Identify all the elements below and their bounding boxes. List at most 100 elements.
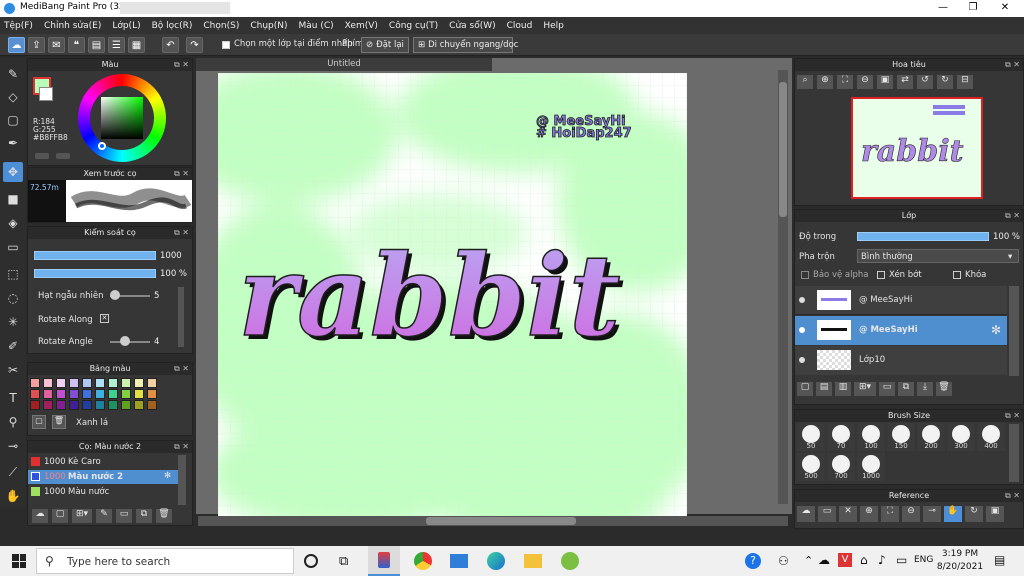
zoom-out-icon[interactable]: ⊖ — [857, 75, 873, 89]
people-icon[interactable]: ⚇ — [778, 554, 789, 568]
panel-expand-icon[interactable]: ⧉ ✕ — [174, 59, 189, 71]
merge-layer-icon[interactable]: ⤓ — [917, 382, 933, 396]
operation-tool-icon[interactable]: ⚲ — [3, 412, 23, 432]
undo-icon[interactable]: ↶ — [162, 37, 179, 53]
palette-swatch[interactable] — [134, 389, 144, 399]
palette-swatch[interactable] — [69, 378, 79, 388]
palette-swatch[interactable] — [30, 378, 40, 388]
palette-swatch[interactable] — [43, 400, 53, 410]
trash-icon[interactable]: 🗑 — [156, 509, 172, 523]
folder-icon[interactable]: ▭ — [116, 509, 132, 523]
palette-swatch[interactable] — [95, 400, 105, 410]
brush-item[interactable]: 1000 Kè Caro — [28, 455, 178, 469]
vivaldi-tray-icon[interactable]: V — [838, 553, 852, 567]
vertical-scrollbar[interactable] — [778, 70, 788, 504]
network-icon[interactable]: ⌂ — [860, 553, 868, 567]
volume-icon[interactable]: ♪ — [878, 553, 886, 567]
layer-opacity-slider[interactable] — [857, 232, 989, 241]
gradient-tool-icon[interactable]: ▭ — [3, 237, 23, 257]
minimize-button[interactable]: — — [928, 1, 958, 15]
zoom-in-icon[interactable]: ⊕ — [817, 75, 833, 89]
cloud-brush-icon[interactable]: ☁ — [32, 509, 48, 523]
dropper-icon[interactable]: ⊸ — [923, 506, 941, 522]
new-1bit-layer-icon[interactable]: ▥ — [835, 382, 851, 396]
brush-list-scrollbar[interactable] — [178, 455, 186, 505]
panel-expand-icon[interactable]: ⧉ ✕ — [1005, 410, 1020, 422]
brush-item[interactable]: 1000 Màu nước — [28, 485, 178, 499]
palette-swatch[interactable] — [147, 378, 157, 388]
brush-size-cell[interactable]: 150 — [887, 423, 915, 451]
lock-icon[interactable]: ⊟ — [957, 75, 973, 89]
add-layer-dropdown-icon[interactable]: ⊞▾ — [854, 382, 876, 396]
panel-expand-icon[interactable]: ⧉ ✕ — [1005, 59, 1020, 71]
fill-rect-tool-icon[interactable]: ■ — [3, 189, 23, 209]
menu-layer[interactable]: Lớp(L) — [112, 21, 140, 31]
rotate-right-icon[interactable]: ↻ — [937, 75, 953, 89]
navigator-preview[interactable]: rabbit — [851, 97, 983, 199]
palette-swatch[interactable] — [69, 389, 79, 399]
windows-start-icon[interactable] — [12, 554, 26, 568]
select-pen-tool-icon[interactable]: ✐ — [3, 336, 23, 356]
brush-size-scrollbar[interactable] — [1009, 424, 1019, 482]
menu-tools[interactable]: Công cụ(T) — [389, 21, 438, 31]
layer-row[interactable]: @ MeeSayHi — [795, 286, 1007, 315]
menu-color[interactable]: Màu (C) — [299, 21, 334, 31]
gear-icon[interactable]: ✻ — [991, 323, 1001, 337]
cloud-tray-icon[interactable]: ☁ — [818, 553, 830, 567]
menu-capture[interactable]: Chụp(N) — [250, 21, 287, 31]
folder-icon[interactable]: ▭ — [879, 382, 895, 396]
hue-wheel[interactable] — [78, 74, 166, 162]
menu-edit[interactable]: Chỉnh sửa(E) — [44, 21, 101, 31]
lock-checkbox[interactable] — [953, 271, 961, 279]
layer-row-selected[interactable]: @ MeeSayHi ✻ — [795, 316, 1007, 345]
select-layer-checkbox[interactable] — [222, 41, 230, 49]
brush-size-cell[interactable]: 400 — [977, 423, 1005, 451]
palette-swatch[interactable] — [121, 389, 131, 399]
palette-swatch[interactable] — [147, 389, 157, 399]
palette-swatch[interactable] — [56, 400, 66, 410]
panel-expand-icon[interactable]: ⧉ ✕ — [174, 441, 189, 453]
saturation-square[interactable] — [101, 97, 143, 139]
background-swatch[interactable] — [39, 87, 53, 101]
grid-icon[interactable]: ▦ — [128, 37, 145, 53]
brush-size-cell[interactable]: 50 — [797, 423, 825, 451]
rotate-angle-track[interactable] — [110, 341, 150, 343]
clock-date[interactable]: 8/20/2021 — [936, 562, 984, 572]
panel-expand-icon[interactable]: ⧉ ✕ — [174, 227, 189, 239]
rotate-angle-knob[interactable] — [120, 336, 130, 346]
horizontal-scroll-thumb[interactable] — [426, 517, 576, 525]
help-icon[interactable]: ? — [745, 553, 761, 569]
taskbar-search[interactable]: ⚲ Type here to search — [36, 548, 294, 574]
duplicate-layer-icon[interactable]: ⧉ — [898, 382, 914, 396]
close-icon[interactable]: ✕ — [839, 506, 857, 522]
close-button[interactable]: ✕ — [990, 1, 1020, 15]
reset-button[interactable]: ⊘ Đặt lại — [361, 37, 409, 53]
gear-icon[interactable]: ✻ — [164, 471, 171, 481]
mail-icon[interactable] — [450, 554, 468, 568]
cloud-icon[interactable]: ☁ — [8, 37, 25, 53]
lasso-tool-icon[interactable]: ◌ — [3, 288, 23, 308]
flip-icon[interactable]: ⇄ — [897, 75, 913, 89]
zoom-fit-icon[interactable]: ⌕ — [797, 75, 813, 89]
brush-size-cell[interactable]: 500 — [797, 453, 825, 481]
cortana-icon[interactable] — [304, 554, 318, 568]
palette-swatch[interactable] — [95, 389, 105, 399]
chat-icon[interactable]: ✉ — [48, 37, 65, 53]
cloud-icon[interactable]: ☁ — [797, 506, 815, 522]
eraser-tool-icon[interactable]: ◇ — [3, 87, 23, 107]
eye-icon[interactable] — [799, 297, 805, 303]
menu-filter[interactable]: Bộ lọc(R) — [152, 21, 193, 31]
menu-select[interactable]: Chọn(S) — [203, 21, 239, 31]
eye-icon[interactable] — [799, 327, 805, 333]
brush-item-selected[interactable]: 1000 Màu nước 2 ✻ — [28, 470, 178, 484]
edit-brush-icon[interactable]: ✎ — [96, 509, 112, 523]
palette-swatch[interactable] — [30, 400, 40, 410]
battery-icon[interactable]: ▭ — [896, 553, 907, 567]
menu-file[interactable]: Tệp(F) — [4, 21, 33, 31]
rotate-left-icon[interactable]: ↺ — [917, 75, 933, 89]
clock-time[interactable]: 3:19 PM — [940, 549, 980, 559]
color-mode-button-2[interactable] — [56, 153, 70, 159]
speech-icon[interactable]: ❝ — [68, 37, 85, 53]
panel-expand-icon[interactable]: ⧉ ✕ — [1005, 490, 1020, 502]
horizontal-scrollbar[interactable] — [198, 516, 788, 526]
